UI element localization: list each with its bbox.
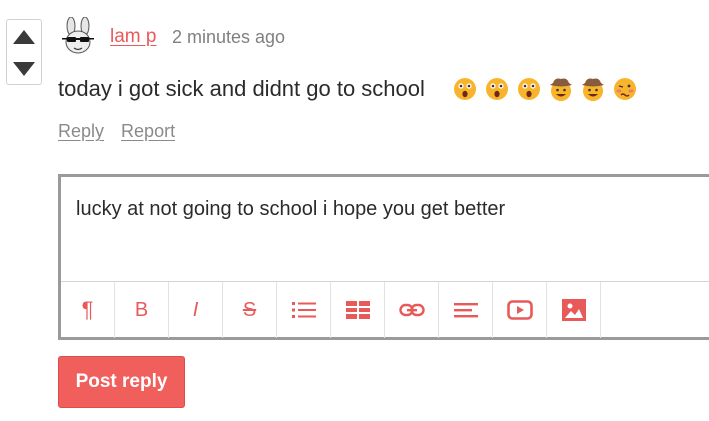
comment-body: today i got sick and didnt go to school — [58, 76, 425, 101]
astonished-face-icon — [454, 78, 476, 100]
image-button[interactable] — [547, 282, 601, 338]
cowboy-face-icon — [582, 78, 604, 101]
paragraph-icon: ¶ — [81, 297, 94, 322]
astonished-face-icon — [486, 78, 508, 100]
video-button[interactable] — [493, 282, 547, 338]
post-reply-button[interactable]: Post reply — [58, 356, 185, 408]
bunny-sunglasses-icon — [62, 16, 94, 54]
bold-icon: B — [134, 298, 149, 321]
strikethrough-icon: S — [242, 298, 257, 321]
timestamp: 2 minutes ago — [172, 27, 286, 47]
italic-icon: I — [192, 298, 199, 321]
bold-button[interactable]: B — [115, 282, 169, 338]
vote-box — [6, 19, 42, 85]
avatar[interactable] — [58, 16, 98, 57]
author-link[interactable]: lam p — [110, 26, 156, 48]
upvote-button[interactable] — [7, 22, 41, 52]
report-link[interactable]: Report — [121, 121, 175, 141]
downvote-button[interactable] — [7, 54, 41, 84]
editor-toolbar: ¶ B I S — [61, 281, 709, 338]
cowboy-face-icon — [550, 78, 572, 101]
bulleted-list-button[interactable] — [277, 282, 331, 338]
woozy-face-icon — [614, 78, 636, 100]
image-icon — [561, 299, 586, 321]
strikethrough-button[interactable]: S — [223, 282, 277, 338]
align-left-icon — [453, 303, 478, 318]
reply-text-input[interactable]: lucky at not going to school i hope you … — [76, 198, 505, 221]
table-button[interactable] — [331, 282, 385, 338]
reply-editor[interactable]: lucky at not going to school i hope you … — [58, 174, 709, 340]
table-icon — [345, 301, 370, 319]
link-button[interactable] — [385, 282, 439, 338]
arrow-up-icon — [13, 30, 35, 44]
comment-actions: Reply Report — [58, 121, 187, 142]
bulleted-list-icon — [291, 302, 316, 318]
emoji-group — [453, 76, 637, 102]
reply-link[interactable]: Reply — [58, 121, 104, 141]
arrow-down-icon — [13, 62, 35, 76]
link-icon — [398, 303, 425, 317]
video-icon — [506, 300, 533, 320]
paragraph-button[interactable]: ¶ — [61, 282, 115, 338]
italic-button[interactable]: I — [169, 282, 223, 338]
align-left-button[interactable] — [439, 282, 493, 338]
astonished-face-icon — [518, 78, 540, 100]
